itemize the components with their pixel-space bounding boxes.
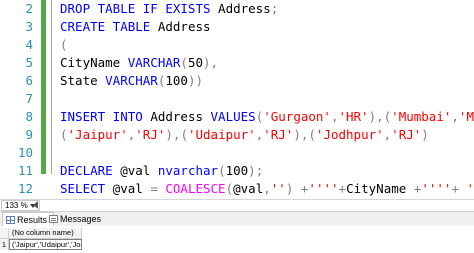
- code-token: 'Mumbai': [391, 109, 452, 124]
- column-header[interactable]: (No column name): [9, 228, 82, 239]
- line-number: 2: [25, 1, 33, 16]
- code-token: (: [180, 55, 188, 70]
- code-token: ): [421, 127, 429, 142]
- line-number: 7: [25, 91, 33, 106]
- code-line[interactable]: DECLARE @val nvarchar(100);: [60, 162, 263, 180]
- code-token: CityName: [346, 181, 414, 196]
- code-token: ;: [270, 1, 279, 16]
- results-grid: (No column name) 1 ('Jaipur','Udaipur','…: [0, 226, 474, 253]
- results-grid-icon: [6, 216, 15, 224]
- code-token: '''': [308, 181, 339, 196]
- code-token: (: [218, 163, 226, 178]
- code-token: 'MH': [458, 109, 474, 124]
- code-token: ,: [451, 109, 459, 124]
- grid-corner-cell[interactable]: [0, 228, 9, 239]
- code-token: DROP TABLE IF EXISTS: [60, 1, 211, 16]
- outline-fold-line: [51, 0, 52, 174]
- code-token: ,: [263, 181, 271, 196]
- code-token: Address: [210, 1, 271, 16]
- code-token: +: [451, 181, 459, 196]
- code-token: State: [60, 73, 106, 88]
- line-number: 3: [25, 19, 33, 34]
- line-number: 6: [25, 73, 33, 88]
- code-token: 'HR': [338, 109, 369, 124]
- editor-status-strip: 133 %: [0, 199, 474, 211]
- line-number: 8: [25, 109, 33, 124]
- line-number: 11: [17, 163, 33, 178]
- code-token: SELECT: [60, 181, 106, 196]
- tab-messages[interactable]: Messages: [46, 212, 107, 226]
- line-number-gutter: 23456789101112131415: [0, 0, 33, 199]
- code-token: 'RJ': [135, 127, 166, 142]
- code-token: CREATE TABLE: [60, 19, 151, 34]
- query-editor[interactable]: 23456789101112131415 DROP TABLE IF EXIST…: [0, 0, 474, 199]
- code-token: 'Jodhpur': [315, 127, 384, 142]
- code-token: 'RJ': [263, 127, 294, 142]
- code-token: 100: [225, 163, 249, 178]
- code-token: Address: [142, 109, 211, 124]
- code-line[interactable]: CityName VARCHAR(50),: [60, 54, 218, 72]
- code-token: DECLARE: [60, 163, 113, 178]
- line-number: 12: [17, 181, 33, 196]
- code-token: (: [225, 181, 234, 196]
- code-line[interactable]: State VARCHAR(100)): [60, 72, 203, 90]
- code-token: '''': [421, 181, 452, 196]
- result-cell[interactable]: ('Jaipur','Udaipur','Jodhpur'): [9, 239, 82, 250]
- code-token: );: [248, 163, 264, 178]
- code-token: (: [60, 127, 68, 142]
- code-token: ',': [466, 181, 474, 196]
- code-token: COALESCE: [165, 181, 226, 196]
- code-token: VALUES: [210, 109, 256, 124]
- code-token: 'Jaipur': [67, 127, 128, 142]
- code-token: CityName: [60, 55, 128, 70]
- code-token: ),(: [293, 127, 316, 142]
- messages-icon: [49, 215, 58, 223]
- code-token: 'RJ': [391, 127, 422, 142]
- zoom-value: 133 %: [5, 201, 28, 210]
- code-token: ),(: [368, 109, 392, 124]
- scroll-left-arrow-icon[interactable]: [33, 201, 38, 209]
- code-token: @val: [112, 163, 158, 178]
- line-number: 4: [25, 37, 33, 52]
- code-token: 'Gurgaon': [263, 109, 331, 124]
- code-token: @val: [105, 181, 151, 196]
- line-number: 10: [17, 145, 33, 160]
- row-number[interactable]: 1: [0, 239, 9, 250]
- tab-results-label: Results: [17, 215, 48, 225]
- code-line[interactable]: CREATE TABLE Address: [60, 18, 211, 36]
- code-token: =: [150, 181, 158, 196]
- code-token: nvarchar: [157, 163, 219, 178]
- code-token: VARCHAR: [127, 55, 181, 70]
- code-token: ),: [203, 55, 219, 70]
- results-tab-strip: Results Messages: [0, 211, 474, 226]
- code-line[interactable]: DROP TABLE IF EXISTS Address;: [60, 0, 278, 18]
- line-number: 9: [25, 127, 33, 142]
- line-number: 5: [25, 55, 33, 70]
- code-line[interactable]: ('Jaipur','RJ'),('Udaipur','RJ'),('Jodhp…: [60, 126, 429, 144]
- code-token: 100: [165, 73, 188, 88]
- code-line[interactable]: (: [60, 36, 68, 54]
- code-token: VARCHAR: [105, 73, 158, 88]
- code-token: '': [270, 181, 286, 196]
- code-token: )): [187, 73, 204, 88]
- change-tracking-bar: [41, 0, 46, 174]
- code-token: @val: [233, 181, 264, 196]
- code-token: 'Udaipur': [187, 127, 256, 142]
- tab-messages-label: Messages: [60, 214, 102, 224]
- code-token: ),(: [165, 127, 188, 142]
- code-line[interactable]: SELECT @val = COALESCE(@val,'') +''''+Ci…: [60, 180, 474, 198]
- code-line[interactable]: INSERT INTO Address VALUES('Gurgaon','HR…: [60, 108, 474, 126]
- code-token: INSERT INTO: [60, 109, 143, 124]
- code-token: (: [60, 37, 68, 52]
- code-token: +: [338, 181, 347, 196]
- code-token: 50: [187, 55, 204, 70]
- code-token: Address: [150, 19, 211, 34]
